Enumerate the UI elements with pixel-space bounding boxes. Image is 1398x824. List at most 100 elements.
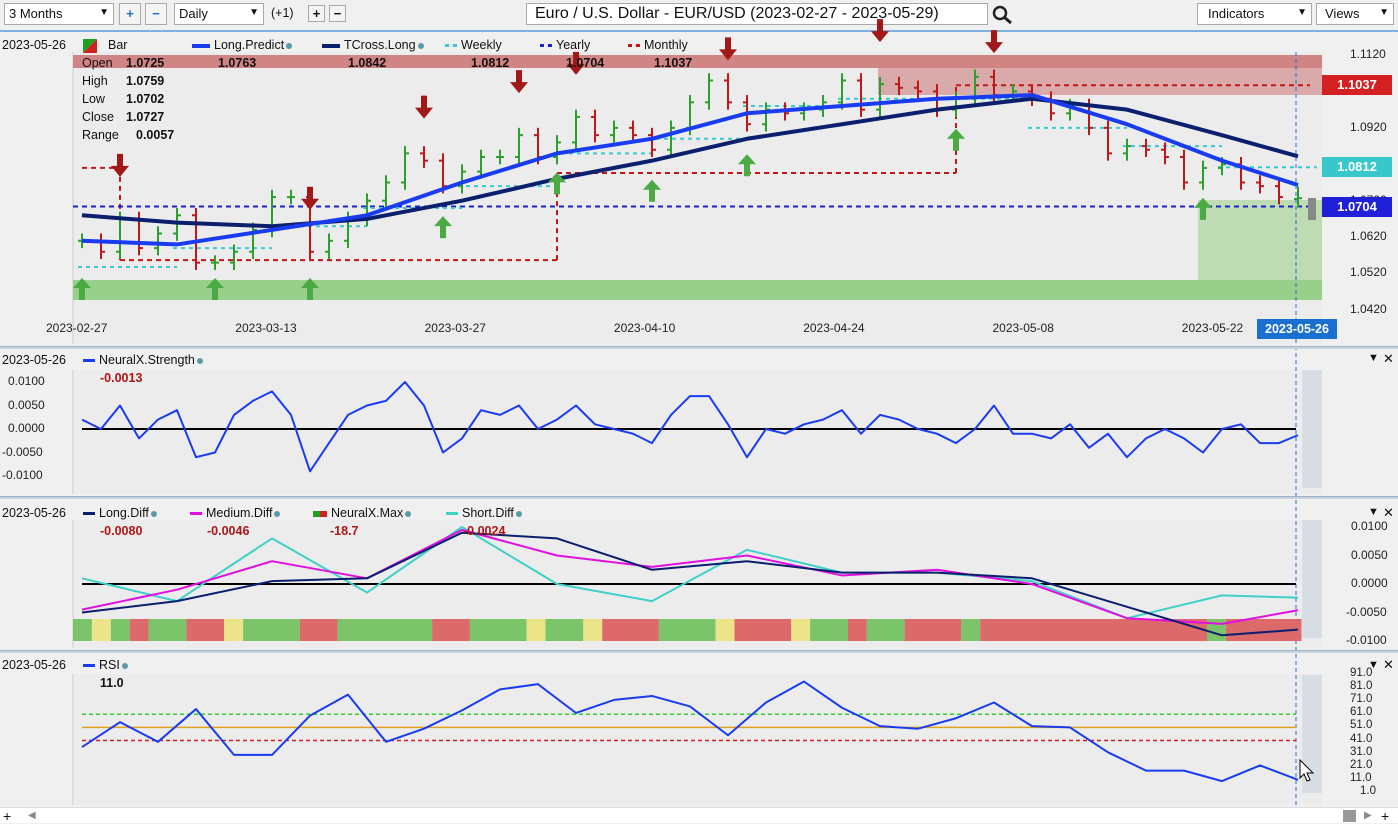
settings-dot-icon[interactable] — [286, 43, 293, 49]
legend-swatch — [83, 664, 95, 668]
neuralx-max-segment — [847, 619, 867, 641]
neuralx-max-segment — [469, 619, 527, 641]
y-tick-label: 61.0 — [1350, 706, 1373, 719]
neuralx-max-segment — [110, 619, 130, 641]
neuralx-max-segment — [715, 619, 735, 641]
neuralx-max-segment — [186, 619, 225, 641]
legend-swatch — [446, 512, 458, 516]
x-tick-label: 2023-03-27 — [424, 321, 486, 335]
legend-value: -0.0080 — [100, 524, 143, 538]
resistance-zone — [73, 55, 1322, 68]
y-tick-label: 81.0 — [1350, 680, 1373, 693]
ohlc-label: Range — [82, 128, 119, 142]
legend-name: Medium.Diff — [206, 506, 273, 520]
ohlc-value: 0.0057 — [136, 128, 175, 142]
neuralx-max-segment — [734, 619, 792, 641]
legend-value: 1.0704 — [566, 56, 605, 70]
legend-value: -0.0024 — [463, 524, 506, 538]
panel-date: 2023-05-26 — [2, 353, 66, 367]
neuralx-max-segment — [545, 619, 584, 641]
plus-icon[interactable]: + — [3, 808, 11, 824]
legend-long-predict: Long.Predict — [192, 38, 293, 52]
y-tick-label: 11.0 — [1350, 771, 1372, 784]
last-bar-highlight — [1308, 198, 1316, 220]
legend-long-diff: Long.Diff — [83, 506, 157, 520]
scroll-right-icon[interactable]: ▶ — [1364, 810, 1372, 821]
close-panel-button[interactable]: ✕ — [1383, 505, 1394, 521]
horizontal-scrollbar[interactable]: + ◀ ▶ + — [0, 807, 1398, 824]
neuralx-max-segment — [73, 619, 92, 641]
close-panel-button[interactable]: ✕ — [1383, 351, 1394, 367]
panel-splitter[interactable] — [0, 496, 1398, 499]
ohlc-value: 1.0727 — [126, 110, 165, 124]
collapse-panel-button[interactable]: ▼ — [1368, 506, 1379, 518]
panel-date: 2023-05-26 — [2, 506, 66, 520]
y-tick-label: 1.0620 — [1350, 229, 1387, 243]
plot-background — [73, 52, 1322, 344]
ohlc-value: 1.0702 — [126, 92, 165, 106]
close-panel-button[interactable]: ✕ — [1383, 657, 1394, 673]
x-tick-label: 2023-02-27 — [46, 321, 108, 335]
collapse-panel-button[interactable]: ▼ — [1368, 659, 1379, 671]
settings-dot-icon[interactable] — [196, 358, 203, 364]
settings-dot-icon[interactable] — [515, 511, 522, 517]
settings-dot-icon[interactable] — [121, 663, 128, 669]
panel-splitter[interactable] — [0, 650, 1398, 653]
legend-name: NeuralX.Max — [331, 506, 404, 520]
bar-label: Bar — [108, 38, 128, 52]
y-tick-label: 41.0 — [1350, 732, 1373, 745]
settings-dot-icon[interactable] — [405, 511, 412, 517]
x-tick-label: 2023-05-22 — [1181, 321, 1244, 335]
neuralx-max-segment — [583, 619, 603, 641]
cursor-date-label: 2023-05-26 — [1257, 319, 1337, 339]
neuralx-max-segment — [791, 619, 811, 641]
neuralx-max-segment — [980, 619, 1207, 641]
neuralx-max-segment — [129, 619, 149, 641]
collapse-panel-button[interactable]: ▼ — [1368, 352, 1379, 364]
neuralx-max-segment — [224, 619, 244, 641]
legend-value: 11.0 — [100, 676, 124, 690]
y-tick-label: 1.0920 — [1350, 119, 1387, 134]
ohlc-label: Open — [82, 56, 113, 70]
y-tick-label: 51.0 — [1350, 719, 1373, 732]
legend-name: TCross.Long — [344, 38, 416, 52]
legend-weekly: Weekly — [445, 38, 502, 52]
settings-dot-icon[interactable] — [274, 511, 281, 517]
legend-swatch — [192, 43, 210, 48]
settings-dot-icon[interactable] — [417, 43, 424, 49]
legend-swatch — [190, 512, 202, 516]
legend-swatch — [445, 44, 457, 48]
legend-swatch — [628, 44, 640, 48]
chart-canvas[interactable] — [0, 0, 1398, 823]
y-tick-label: 1.0 — [1360, 784, 1376, 797]
ohlc-label: Close — [82, 110, 114, 124]
legend-name: Yearly — [556, 38, 591, 52]
y-tick-label: 0.0100 — [8, 374, 45, 388]
plus-icon[interactable]: + — [1381, 808, 1389, 824]
neuralx-max-segment — [337, 619, 433, 641]
legend-name: Weekly — [461, 38, 502, 52]
y-tick-label: 21.0 — [1350, 758, 1373, 771]
neuralx-max-segment — [432, 619, 470, 641]
scroll-left-icon[interactable]: ◀ — [28, 810, 36, 821]
legend-value: -0.0013 — [100, 371, 143, 385]
legend-name: Long.Diff — [99, 506, 149, 520]
panel-date: 2023-05-26 — [2, 38, 66, 52]
neuralx-max-segment — [299, 619, 338, 641]
legend-name: RSI — [99, 658, 120, 672]
legend-tcross-long: TCross.Long — [322, 38, 424, 52]
y-tick-label: -0.0050 — [2, 444, 43, 459]
x-tick-label: 2023-05-08 — [992, 321, 1054, 335]
ohlc-label: Low — [82, 92, 105, 106]
neuralx-max-segment — [866, 619, 905, 641]
legend-short-diff: Short.Diff — [446, 506, 522, 520]
bar-type-icon — [83, 39, 97, 53]
price-badge: 1.0812 — [1322, 157, 1392, 178]
legend-name: Monthly — [644, 38, 688, 52]
settings-dot-icon[interactable] — [150, 511, 157, 517]
legend-name: Long.Predict — [214, 38, 285, 52]
panel-splitter[interactable] — [0, 346, 1398, 349]
legend-value: 1.1037 — [654, 56, 693, 70]
scrollbar-thumb[interactable] — [1343, 810, 1356, 822]
legend-swatch — [540, 44, 552, 48]
